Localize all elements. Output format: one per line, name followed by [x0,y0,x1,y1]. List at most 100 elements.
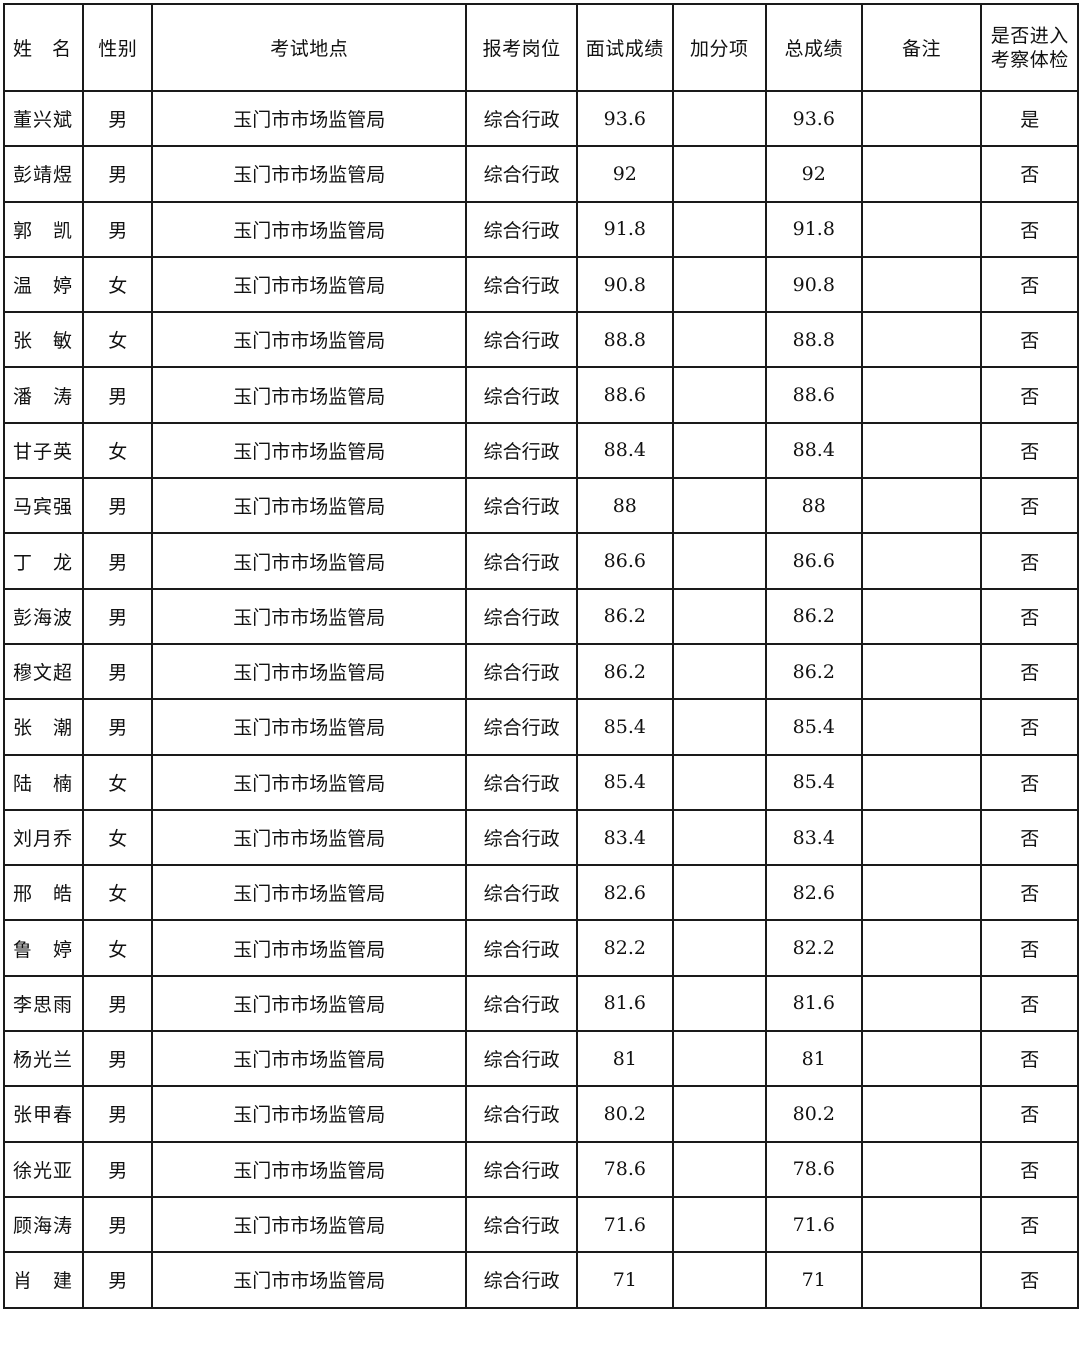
cell-note [860,642,983,701]
cell-bonus [671,366,768,424]
cell-gender: 女 [82,864,154,922]
cell-gender: 男 [82,89,154,148]
cell-note [860,919,983,977]
cell-position: 综合行政 [465,753,579,811]
cell-note [860,311,983,369]
cell-name: 李思雨 [2,974,85,1033]
cell-interview-score: 85.4 [576,698,674,756]
cell-note [860,1030,983,1088]
cell-bonus [671,698,768,756]
cell-position: 综合行政 [465,642,579,701]
cell-proceed: 否 [980,1085,1079,1143]
cell-position: 综合行政 [465,1140,579,1198]
cell-position: 综合行政 [465,255,579,314]
table-row: 徐光亚男玉门市市场监管局 综合行政 78.6 78.6 否 [2,1140,1079,1198]
cell-note [860,200,983,258]
cell-gender: 男 [82,366,154,424]
table-row: 马宾强男玉门市市场监管局 综合行政 88 88 否 [2,477,1079,535]
cell-name: 马宾强 [2,477,85,535]
cell-location: 玉门市市场监管局 [151,200,468,258]
cell-gender: 男 [82,200,154,258]
cell-total-score: 71.6 [765,1195,863,1254]
cell-gender: 男 [82,145,154,203]
header-position: 报考岗位 [465,3,579,92]
cell-note [860,864,983,922]
cell-total-score: 82.2 [765,919,863,977]
cell-name: 温 婷 [2,255,85,314]
cell-interview-score: 88.4 [576,421,674,480]
cell-interview-score: 80.2 [576,1085,674,1143]
cell-interview-score: 86.2 [576,587,674,645]
table-row: 丁 龙男玉门市市场监管局 综合行政 86.6 86.6 否 [2,532,1079,590]
cell-note [860,1085,983,1143]
cell-total-score: 80.2 [765,1085,863,1143]
cell-position: 综合行政 [465,1195,579,1254]
cell-location: 玉门市市场监管局 [151,698,468,756]
cell-name: 丁 龙 [2,532,85,590]
cell-note [860,974,983,1033]
cell-position: 综合行政 [465,145,579,203]
cell-note [860,698,983,756]
cell-name: 邢 皓 [2,864,85,922]
cell-total-score: 86.2 [765,587,863,645]
cell-bonus [671,200,768,258]
cell-location: 玉门市市场监管局 [151,1195,468,1254]
cell-position: 综合行政 [465,864,579,922]
cell-name: 徐光亚 [2,1140,85,1198]
cell-gender: 男 [82,1085,154,1143]
cell-name: 彭靖煜 [2,145,85,203]
table-body: 董兴斌男玉门市市场监管局 综合行政 93.6 93.6 是彭靖煜男玉门市市场监管局 综合行… [2,89,1079,1309]
cell-total-score: 93.6 [765,89,863,148]
cell-position: 综合行政 [465,421,579,480]
cell-name: 张 敏 [2,311,85,369]
cell-note [860,89,983,148]
cell-proceed: 否 [980,642,1079,701]
cell-name: 张 潮 [2,698,85,756]
cell-interview-score: 92 [576,145,674,203]
cell-bonus [671,145,768,203]
cell-name: 肖 建 [2,1251,85,1309]
cell-total-score: 88.8 [765,311,863,369]
cell-proceed: 否 [980,974,1079,1033]
cell-total-score: 86.6 [765,532,863,590]
cell-location: 玉门市市场监管局 [151,366,468,424]
cell-total-score: 81 [765,1030,863,1088]
cell-position: 综合行政 [465,311,579,369]
table-row: 潘 涛男玉门市市场监管局 综合行政 88.6 88.6 否 [2,366,1079,424]
cell-proceed: 否 [980,753,1079,811]
table-row: 张 敏女玉门市市场监管局 综合行政 88.8 88.8 否 [2,311,1079,369]
cell-interview-score: 88 [576,477,674,535]
cell-position: 综合行政 [465,1251,579,1309]
table-row: 李思雨男玉门市市场监管局 综合行政 81.6 81.6 否 [2,974,1079,1033]
cell-proceed: 否 [980,1195,1079,1254]
cell-interview-score: 90.8 [576,255,674,314]
cell-location: 玉门市市场监管局 [151,421,468,480]
header-interview-score: 面试成绩 [576,3,674,92]
cell-location: 玉门市市场监管局 [151,311,468,369]
cell-interview-score: 81.6 [576,974,674,1033]
cell-bonus [671,1251,768,1309]
cell-total-score: 83.4 [765,808,863,867]
results-table: 姓 名 性别 考试地点 报考岗位 面试成绩 加分项 总成绩 备注 是否进入考察体… [2,3,1079,1309]
cell-gender: 男 [82,1251,154,1309]
cell-gender: 女 [82,311,154,369]
cell-location: 玉门市市场监管局 [151,753,468,811]
cell-interview-score: 93.6 [576,89,674,148]
table-row: 刘月乔女玉门市市场监管局 综合行政 83.4 83.4 否 [2,808,1079,867]
cell-location: 玉门市市场监管局 [151,1140,468,1198]
cell-gender: 男 [82,1030,154,1088]
table-row: 张 潮男玉门市市场监管局 综合行政 85.4 85.4 否 [2,698,1079,756]
cell-position: 综合行政 [465,532,579,590]
cell-bonus [671,1140,768,1198]
cell-gender: 女 [82,919,154,977]
cell-bonus [671,808,768,867]
cell-name: 郭 凯 [2,200,85,258]
cell-note [860,532,983,590]
header-total-score: 总成绩 [765,3,863,92]
cell-gender: 男 [82,642,154,701]
cell-gender: 男 [82,532,154,590]
cell-note [860,1195,983,1254]
table-row: 董兴斌男玉门市市场监管局 综合行政 93.6 93.6 是 [2,89,1079,148]
cell-interview-score: 78.6 [576,1140,674,1198]
table-row: 邢 皓女玉门市市场监管局 综合行政 82.6 82.6 否 [2,864,1079,922]
